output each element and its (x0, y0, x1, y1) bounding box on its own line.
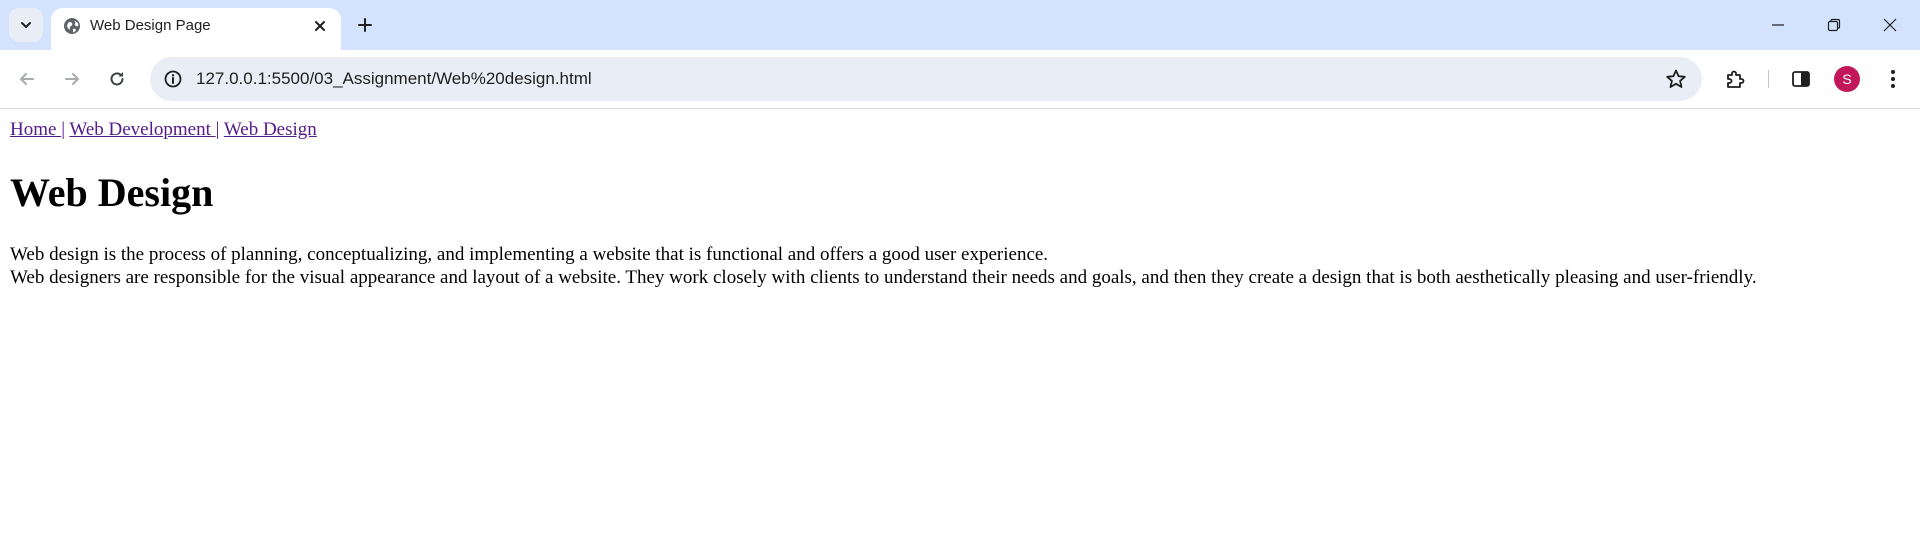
restore-icon (1827, 18, 1841, 32)
nav-link-home[interactable]: Home (10, 119, 61, 140)
tab-close-button[interactable] (310, 16, 330, 36)
reload-button[interactable] (100, 62, 134, 96)
bookmark-button[interactable] (1664, 67, 1688, 91)
forward-button[interactable] (55, 62, 89, 96)
browser-toolbar: 127.0.0.1:5500/03_Assignment/Web%20desig… (0, 50, 1920, 109)
nav-link-web-design[interactable]: Web Design (224, 119, 317, 140)
tab-search-button[interactable] (9, 8, 43, 42)
avatar[interactable]: S (1834, 66, 1860, 92)
tab-title: Web Design Page (90, 17, 211, 34)
nav-separator: | (61, 119, 65, 140)
nav-separator: | (215, 119, 220, 140)
close-icon (315, 21, 325, 31)
star-icon (1666, 69, 1686, 88)
active-tab[interactable]: Web Design Page (51, 8, 341, 50)
minimize-icon (1772, 24, 1784, 26)
paragraph-line-1: Web design is the process of planning, c… (10, 244, 1049, 265)
browser-window: Web Design Page 127.0.0.1:5500/03_Assign… (0, 0, 1920, 543)
extensions-button[interactable] (1718, 62, 1752, 96)
site-info-button[interactable] (160, 66, 186, 92)
page-content: Home | Web Development | Web Design Web … (0, 109, 1920, 543)
puzzle-icon (1727, 70, 1745, 88)
nav-link-web-development[interactable]: Web Development (69, 119, 215, 140)
kebab-menu-icon (1891, 70, 1895, 88)
url-text[interactable]: 127.0.0.1:5500/03_Assignment/Web%20desig… (196, 69, 592, 89)
back-button[interactable] (10, 62, 44, 96)
page-paragraph: Web design is the process of planning, c… (10, 243, 1757, 289)
globe-icon (64, 18, 80, 34)
paragraph-line-2: Web designers are responsible for the vi… (10, 267, 1757, 288)
page-nav: Home | Web Development | Web Design (10, 119, 317, 141)
minimize-button[interactable] (1750, 0, 1806, 50)
close-window-icon (1883, 18, 1897, 32)
arrow-left-icon (20, 73, 34, 85)
info-icon (164, 70, 182, 88)
menu-button[interactable] (1876, 62, 1910, 96)
plus-icon (358, 18, 372, 32)
close-window-button[interactable] (1862, 0, 1918, 50)
arrow-right-icon (65, 73, 79, 85)
page-title: Web Design (10, 170, 214, 215)
address-bar[interactable]: 127.0.0.1:5500/03_Assignment/Web%20desig… (150, 57, 1702, 101)
tab-strip: Web Design Page (0, 0, 1920, 50)
chevron-down-icon (21, 22, 31, 28)
side-panel-icon (1792, 71, 1810, 87)
new-tab-button[interactable] (351, 11, 379, 39)
toolbar-separator (1768, 70, 1769, 88)
side-panel-button[interactable] (1784, 62, 1818, 96)
restore-button[interactable] (1806, 0, 1862, 50)
reload-icon (110, 72, 124, 86)
